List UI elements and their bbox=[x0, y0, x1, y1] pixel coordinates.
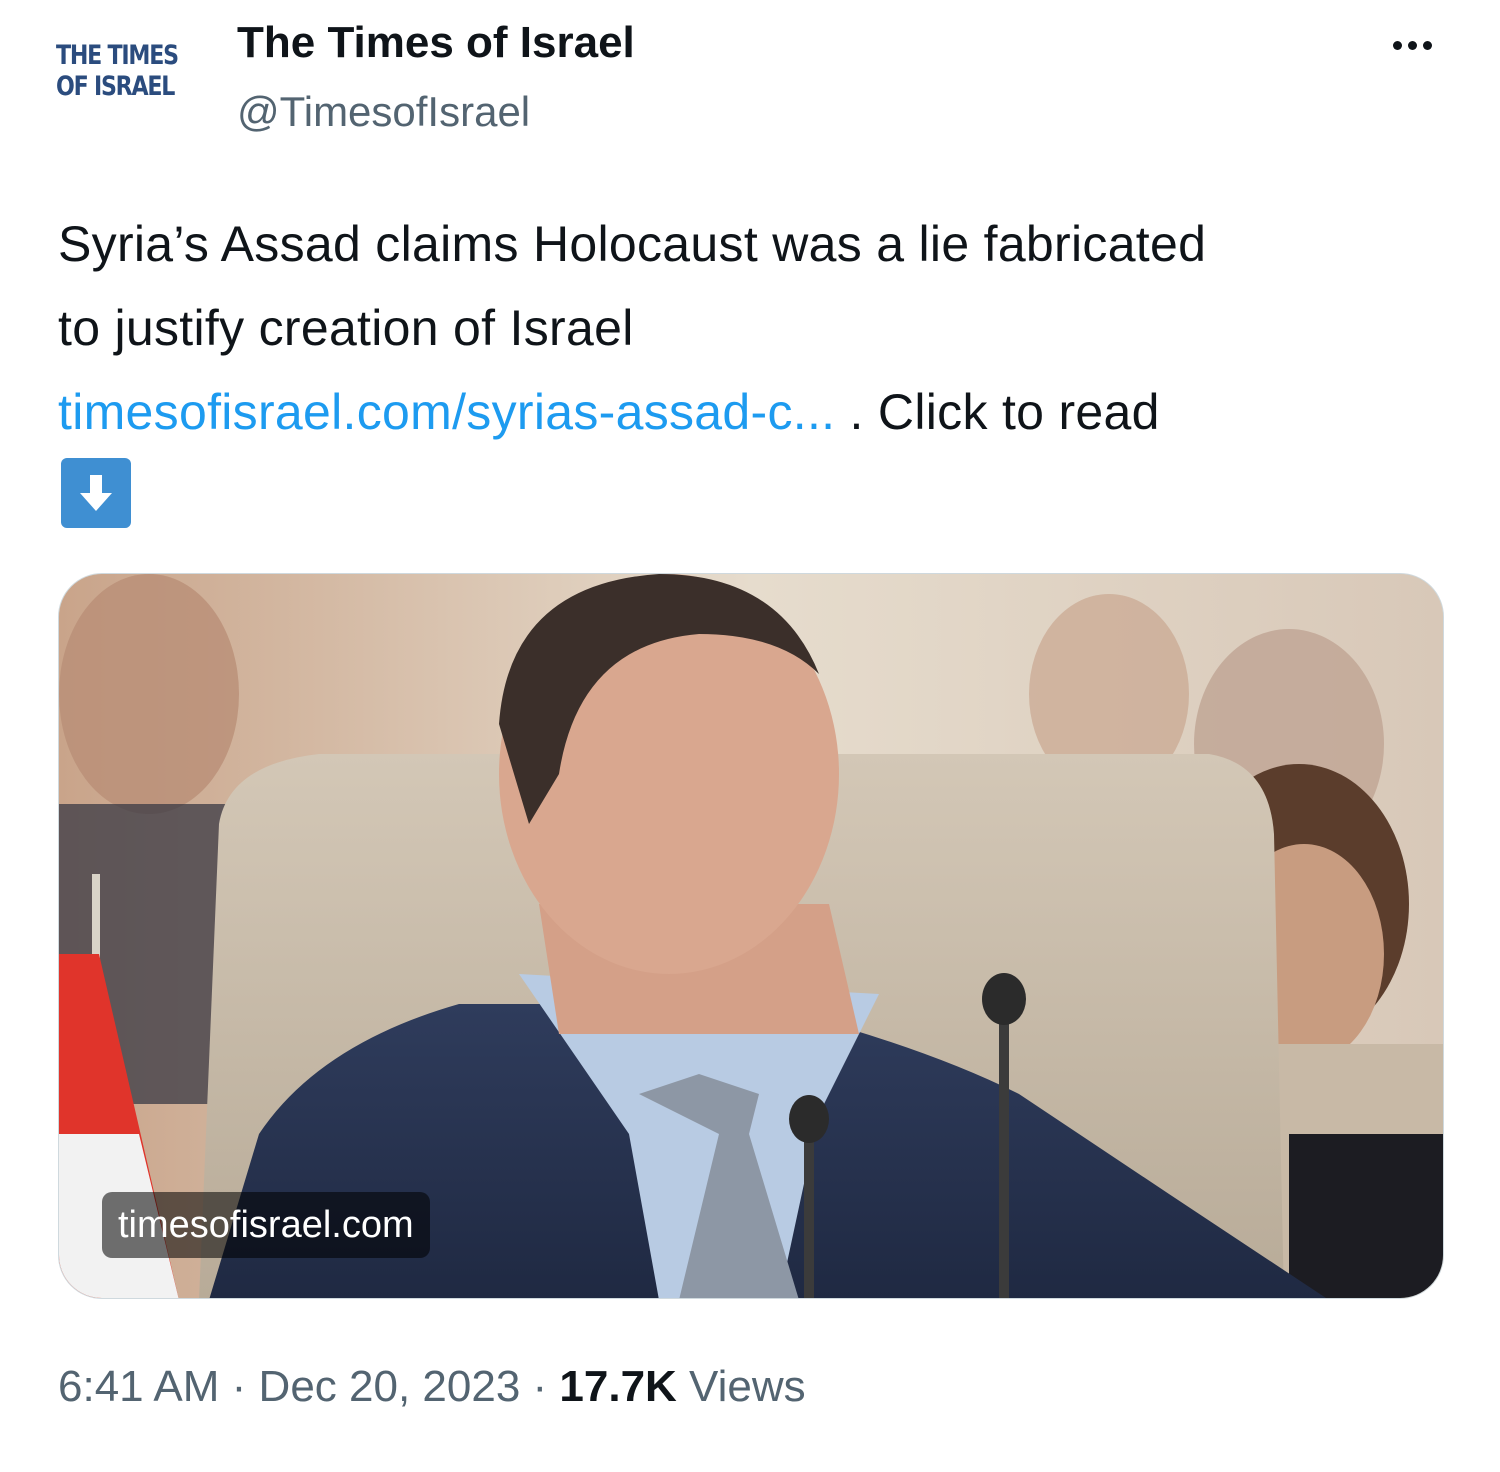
portrait-photo bbox=[59, 574, 1443, 1298]
click-to-read-text: . Click to read bbox=[835, 384, 1160, 440]
account-display-name[interactable]: The Times of Israel bbox=[237, 18, 635, 68]
meta-separator-2: · bbox=[520, 1362, 560, 1411]
tweet-meta: 6:41 AM · Dec 20, 2023 · 17.7K Views bbox=[58, 1362, 806, 1412]
logo-line-2: OF ISRAEL bbox=[56, 71, 175, 102]
account-handle[interactable]: @TimesofIsrael bbox=[237, 88, 530, 136]
account-logo[interactable]: THE TIMES OF ISRAEL bbox=[56, 40, 179, 120]
article-card-image[interactable] bbox=[58, 573, 1444, 1299]
more-options-icon[interactable] bbox=[1382, 30, 1442, 60]
article-link[interactable]: timesofisrael.com/syrias-assad-c... bbox=[58, 384, 835, 440]
media-domain-badge: timesofisrael.com bbox=[102, 1192, 430, 1258]
logo-line-1: THE TIMES bbox=[56, 40, 179, 71]
down-arrow-emoji-icon bbox=[61, 458, 131, 528]
tweet-text-line-2: to justify creation of Israel bbox=[58, 300, 634, 356]
tweet-text-line-1: Syria’s Assad claims Holocaust was a lie… bbox=[58, 216, 1207, 272]
tweet-text: Syria’s Assad claims Holocaust was a lie… bbox=[58, 202, 1458, 454]
tweet-date[interactable]: Dec 20, 2023 bbox=[259, 1362, 521, 1411]
tweet-time[interactable]: 6:41 AM bbox=[58, 1362, 219, 1411]
meta-separator-1: · bbox=[219, 1362, 259, 1411]
views-count: 17.7K bbox=[559, 1362, 677, 1411]
views-label: Views bbox=[676, 1362, 806, 1411]
